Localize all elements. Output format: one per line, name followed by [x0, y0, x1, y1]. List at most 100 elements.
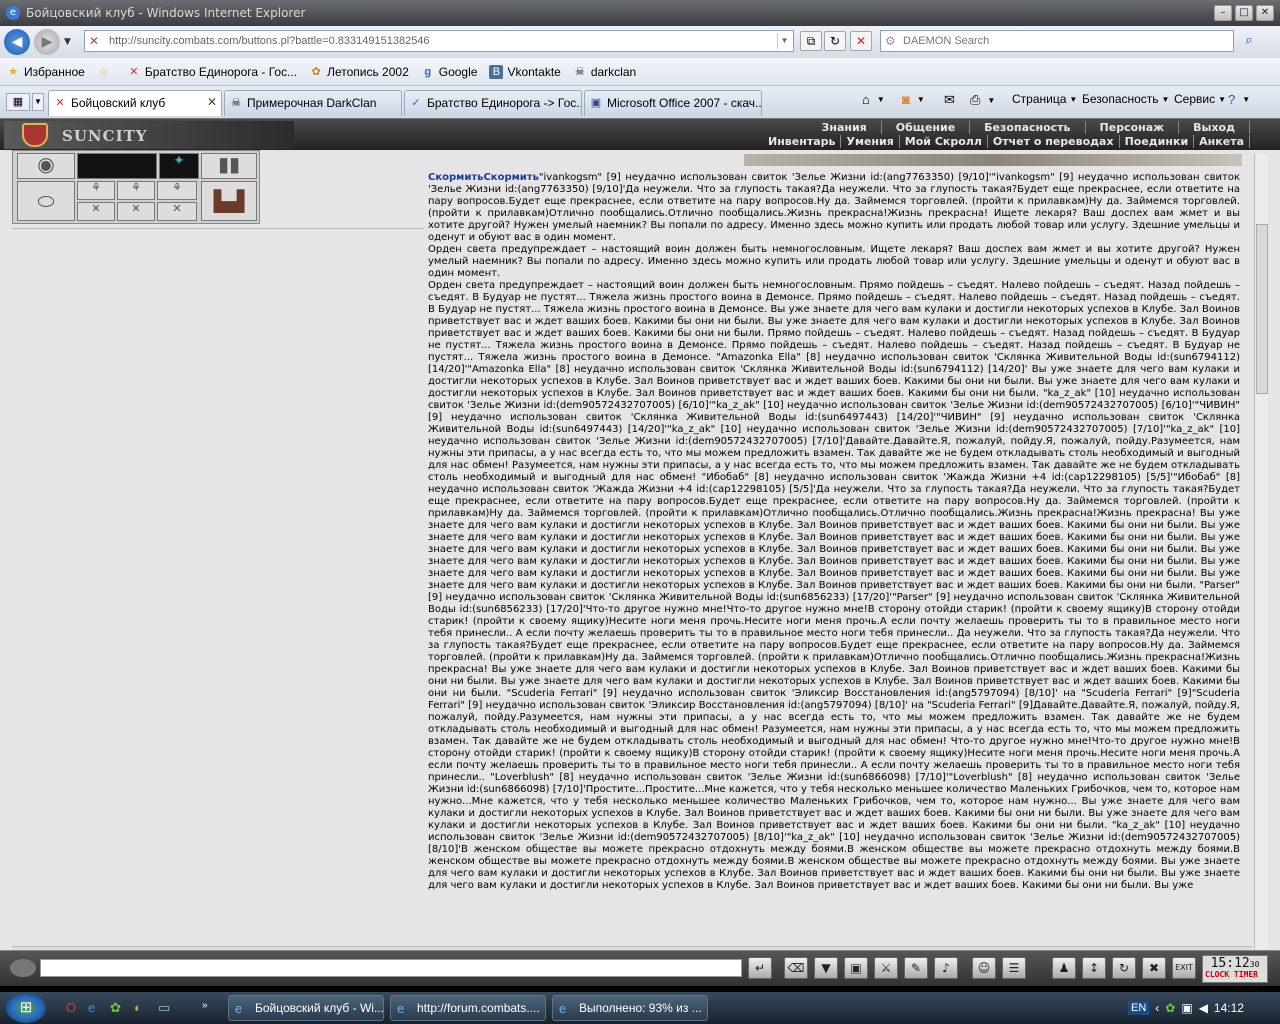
address-dropdown-icon[interactable]: ▼ — [777, 33, 791, 49]
address-url[interactable]: http://suncity.combats.com/buttons.pl?ba… — [109, 35, 430, 47]
ring-slot[interactable]: ✦ — [159, 153, 199, 179]
compat-view-icon[interactable]: ⧉ — [800, 31, 822, 51]
online-list-icon[interactable]: ♟ — [1052, 957, 1076, 979]
tab-list-icon[interactable]: ▼ — [32, 93, 44, 111]
chat-input[interactable] — [40, 959, 742, 977]
favorite-item[interactable]: ☠ darkclan — [573, 65, 636, 79]
taskbar-item-download[interactable]: e Выполнено: 93% из ... — [552, 995, 708, 1021]
app-icon[interactable]: ◐ — [134, 1000, 142, 1015]
maximize-button[interactable]: □ — [1235, 5, 1253, 21]
clear-button[interactable]: ⌫ — [784, 957, 808, 979]
chat-nick[interactable]: СкормитьСкормить — [428, 172, 539, 183]
favorites-button[interactable]: ★ Избранное — [6, 65, 85, 79]
menu-my-scroll[interactable]: Мой Скролл — [900, 135, 988, 148]
network-icon[interactable]: ▣ — [1181, 1001, 1192, 1015]
exit-icon[interactable]: EXIT — [1172, 957, 1196, 979]
safety-menu[interactable]: Безопасность ▼ — [1082, 92, 1169, 106]
close-button[interactable]: ✕ — [1256, 5, 1274, 21]
tab-office[interactable]: ▣ Microsoft Office 2007 - скач... — [584, 90, 762, 116]
filter-icon[interactable]: ▼ — [814, 957, 838, 979]
favorite-item[interactable]: g Google — [421, 65, 477, 79]
quick-tabs-icon[interactable]: ▦ — [6, 93, 30, 111]
mail-button[interactable]: ✉ — [944, 92, 959, 108]
icq-tray-icon[interactable]: ✿ — [1165, 1001, 1175, 1015]
scrollbar-thumb[interactable] — [1256, 224, 1268, 394]
weapon-slot[interactable] — [77, 153, 157, 179]
menu-inventory[interactable]: Инвентарь — [763, 135, 842, 148]
address-bar[interactable]: ✕ http://suncity.combats.com/buttons.pl?… — [84, 30, 794, 52]
help-button[interactable]: ? ▼ — [1228, 92, 1250, 107]
ie-icon[interactable]: e — [88, 1000, 95, 1015]
empty-slot[interactable]: ✕ — [117, 202, 155, 221]
menu-transfer-report[interactable]: Отчет о переводах — [988, 135, 1120, 148]
language-indicator[interactable]: EN — [1128, 1001, 1150, 1015]
search-placeholder: DAEMON Search — [903, 35, 990, 47]
page-menu[interactable]: Страница ▼ — [1012, 92, 1077, 106]
empty-slot[interactable]: ⚘ — [77, 181, 115, 200]
address-toolbar: ◀ ▶ ▼ ✕ http://suncity.combats.com/butto… — [0, 26, 1280, 58]
menu-security[interactable]: Безопасность — [970, 121, 1086, 134]
feeds-button[interactable]: ◙ ▼ — [902, 92, 925, 107]
menu-skills[interactable]: Умения — [841, 135, 900, 148]
print-button[interactable]: ⎙ ▼ — [970, 92, 995, 108]
search-input[interactable]: ⚙ DAEMON Search — [880, 30, 1234, 52]
close-tab-icon[interactable]: ✕ — [207, 95, 217, 109]
opera-icon[interactable]: O — [66, 1000, 76, 1015]
tray-arrow-icon[interactable]: ‹ — [1155, 1001, 1159, 1015]
chat-scrollbar[interactable] — [1254, 154, 1268, 954]
taskbar-item-forum[interactable]: e http://forum.combats.... — [390, 995, 546, 1021]
favorite-item[interactable]: ✿ Летопись 2002 — [309, 65, 408, 79]
favorite-item[interactable]: ✕ Братство Единорога - Гос... — [127, 65, 297, 79]
scroll-lock-icon[interactable]: ↕ — [1082, 957, 1106, 979]
fight-icon[interactable]: ⚔ — [874, 957, 898, 979]
tab-darkclan[interactable]: ☠ Примерочная DarkClan — [224, 90, 402, 116]
empty-slot[interactable]: ⚘ — [157, 181, 197, 200]
add-favorite-button[interactable]: ☆ — [97, 65, 115, 79]
empty-slot[interactable]: ✕ — [157, 202, 197, 221]
refresh-chat-icon[interactable]: ↻ — [1112, 957, 1136, 979]
search-icon[interactable]: ⌕ — [1238, 31, 1260, 51]
menu-profile[interactable]: Анкета — [1194, 135, 1250, 148]
favorite-item[interactable]: B Vkontakte — [489, 64, 561, 79]
back-button[interactable]: ◀ — [4, 29, 30, 55]
history-dropdown-icon[interactable]: ▼ — [64, 37, 71, 47]
tab-fight-club[interactable]: ✕ Бойцовский клуб ✕ — [48, 90, 222, 116]
tab-unicorn[interactable]: ✓ Братство Единорога -> Гос... — [404, 90, 582, 116]
menu-communication[interactable]: Общение — [882, 121, 971, 134]
greaves-slot[interactable]: ▮▮ — [201, 153, 257, 179]
taskbar-item-fight-club[interactable]: e Бойцовский клуб - Wi... — [228, 995, 384, 1021]
desktop-icon[interactable]: ▭ — [158, 1000, 170, 1016]
channels-icon[interactable]: ☰ — [1002, 957, 1026, 979]
forward-button[interactable]: ▶ — [34, 29, 60, 55]
empty-slot[interactable]: ⚘ — [117, 181, 155, 200]
smiley-menu-icon[interactable] — [10, 959, 36, 977]
send-button[interactable]: ↵ — [748, 957, 772, 979]
menu-knowledge[interactable]: Знания — [808, 121, 882, 134]
start-button[interactable]: ⊞ — [6, 993, 46, 1023]
menu-exit[interactable]: Выход — [1179, 121, 1250, 134]
translit-icon[interactable]: ✎ — [904, 957, 928, 979]
refresh-button[interactable]: ↻ — [824, 31, 846, 51]
menu-duels[interactable]: Поединки — [1120, 135, 1195, 148]
tray-clock[interactable]: 14:12 — [1214, 1001, 1244, 1015]
helmet-slot[interactable]: ◉ — [17, 153, 75, 179]
belt-slot[interactable]: ⬭ — [17, 181, 75, 221]
icq-icon[interactable]: ✿ — [110, 1000, 121, 1016]
more-icon[interactable]: » — [202, 1000, 208, 1011]
volume-icon[interactable]: ◀ — [1199, 1001, 1208, 1015]
stop-button[interactable]: ✕ — [850, 31, 872, 51]
menu-character[interactable]: Персонаж — [1086, 121, 1180, 134]
page-icon: ✿ — [311, 65, 321, 78]
tools-menu[interactable]: Сервис ▼ — [1174, 92, 1226, 106]
empty-slot[interactable]: ✕ — [77, 202, 115, 221]
tab-icon: ✓ — [411, 97, 421, 109]
mute-icon[interactable]: ✖ — [1142, 957, 1166, 979]
chat-message: Орден света предупреждает – настоящий во… — [428, 280, 1240, 891]
boots-slot[interactable]: ▙▟ — [201, 181, 257, 221]
home-button[interactable]: ⌂ ▼ — [862, 92, 885, 107]
minimize-button[interactable]: – — [1214, 5, 1232, 21]
windows-taskbar: ⊞ O e ✿ ◐ ▭ » e Бойцовский клуб - Wi... … — [0, 992, 1280, 1024]
save-log-icon[interactable]: ▣ — [844, 957, 868, 979]
sound-icon[interactable]: ♪ — [934, 957, 958, 979]
smiley-icon[interactable]: ☺ — [972, 957, 996, 979]
